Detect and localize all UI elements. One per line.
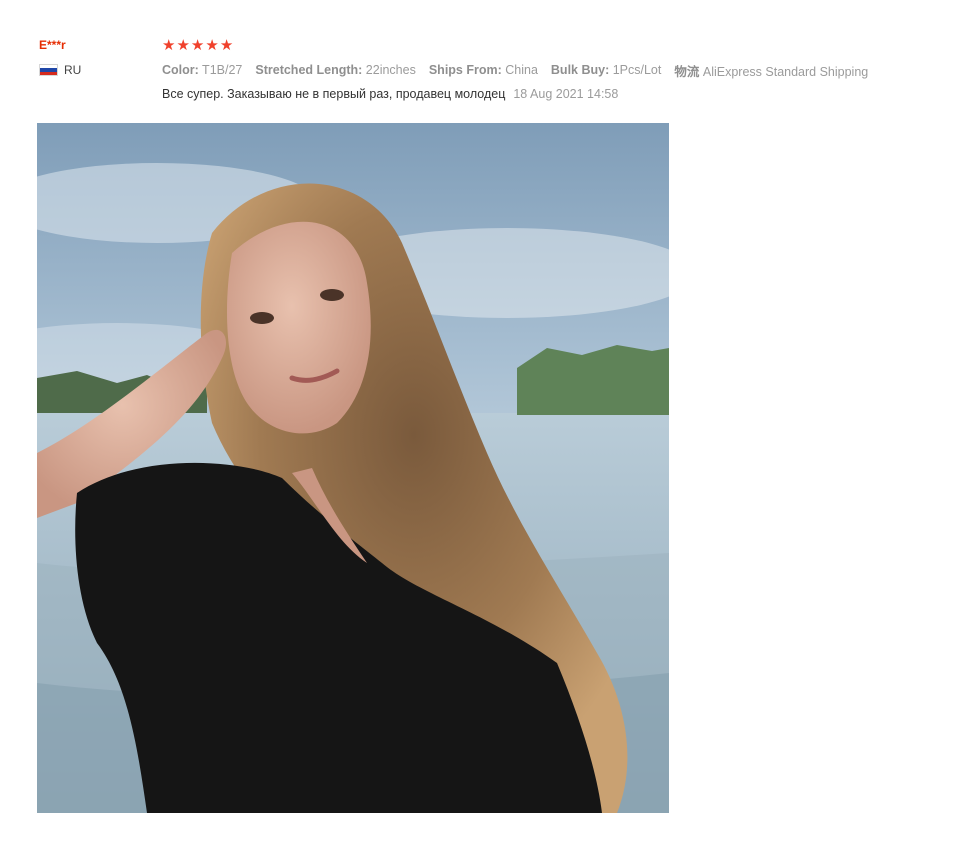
sku-attributes: Color: T1B/27 Stretched Length: 22inches S…: [162, 60, 922, 80]
review-text: Все супер. Заказываю не в первый раз, пр…: [162, 87, 506, 101]
sku-attribute-label: Stretched Length:: [255, 63, 363, 77]
russia-flag-icon: [39, 64, 58, 76]
star-icon: ★: [162, 37, 176, 54]
sku-attribute-label: 物流: [674, 64, 700, 79]
sku-attribute: Color: T1B/27: [162, 63, 242, 77]
review-date: 18 Aug 2021 14:58: [513, 87, 619, 101]
review-body: Все супер. Заказываю не в первый раз, пр…: [162, 84, 922, 104]
review-item: E***r RU ★ ★ ★ ★ ★ Color: T1B/27 Stretched Le…: [0, 0, 960, 843]
reviewer-name: E***r: [39, 38, 66, 52]
reviewer-info: E***r RU: [39, 37, 149, 78]
star-icon: ★: [176, 37, 190, 54]
reviewer-country: RU: [39, 62, 149, 78]
sku-attribute-value: China: [501, 63, 538, 77]
country-code: RU: [64, 63, 82, 77]
sku-attribute-label: Bulk Buy:: [550, 63, 610, 77]
sku-attribute-value: AliExpress Standard Shipping: [699, 64, 869, 79]
sku-attribute-label: Color:: [162, 63, 199, 77]
review-content: ★ ★ ★ ★ ★ Color: T1B/27 Stretched Length: 22i…: [162, 37, 922, 104]
sku-attribute-value: 22inches: [362, 63, 416, 77]
sku-attribute-value: 1Pcs/Lot: [609, 63, 662, 77]
star-icon: ★: [205, 37, 219, 54]
sku-attribute: Ships From: China: [429, 63, 538, 77]
sku-attribute-label: Ships From:: [428, 63, 502, 77]
sku-attribute-value: T1B/27: [198, 63, 243, 77]
star-icon: ★: [219, 37, 234, 54]
review-photo[interactable]: [37, 123, 669, 813]
flag-band-red: [40, 71, 57, 75]
star-rating: ★ ★ ★ ★ ★: [162, 37, 922, 55]
star-icon: ★: [190, 37, 205, 54]
sku-attribute: Stretched Length: 22inches: [255, 63, 415, 77]
review-photo-image: [37, 123, 669, 813]
sku-attribute: Bulk Buy: 1Pcs/Lot: [551, 63, 661, 77]
sku-attribute: 物流 AliExpress Standard Shipping: [674, 61, 868, 80]
